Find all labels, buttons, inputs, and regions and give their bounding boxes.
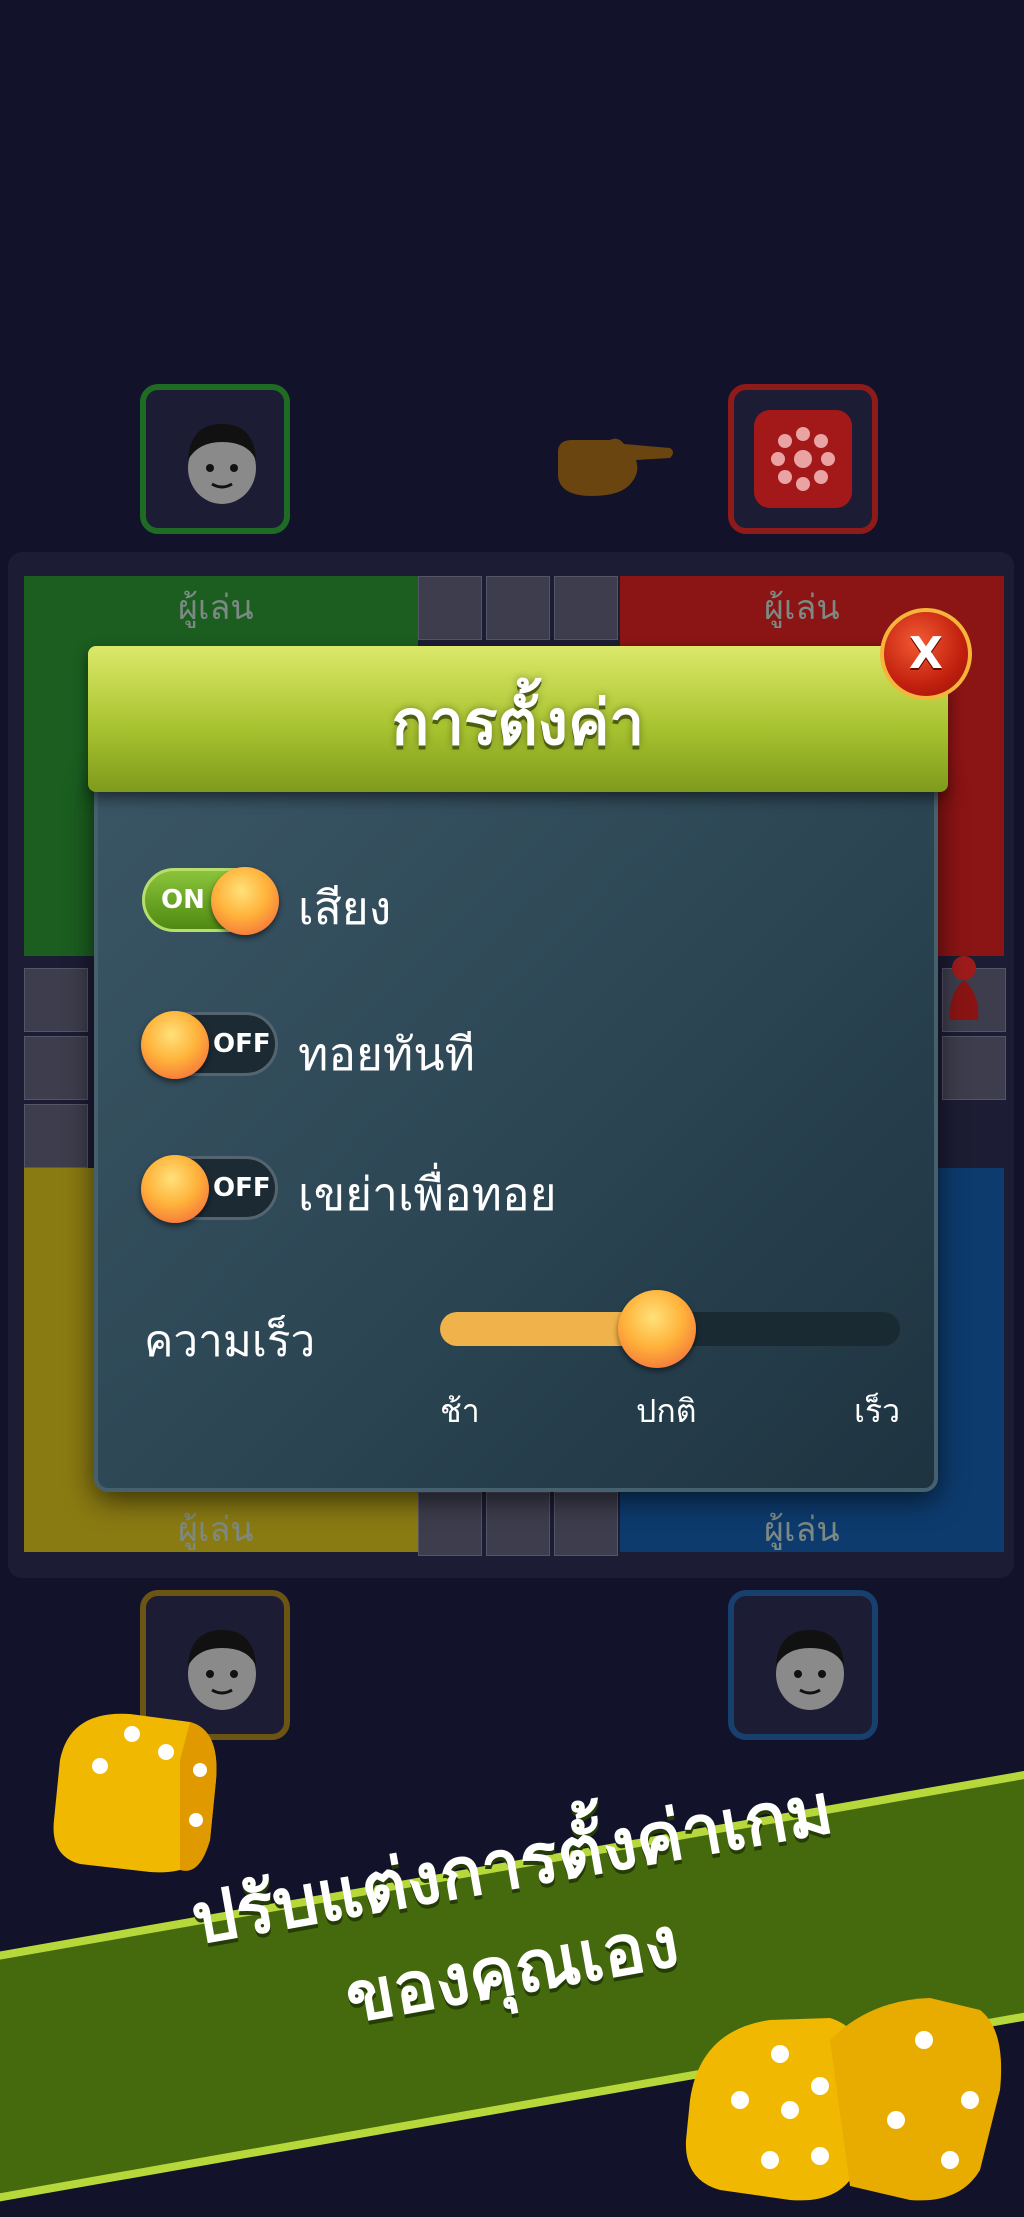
toggle-state-label: OFF — [213, 1173, 271, 1203]
player-label-bottom-right: ผู้เล่น — [764, 1510, 840, 1550]
speed-label: ความเร็ว — [144, 1316, 316, 1367]
player-label-top-right: ผู้เล่น — [764, 588, 840, 628]
player-label-top-left: ผู้เล่น — [178, 588, 254, 628]
toggle-knob[interactable] — [141, 1155, 209, 1223]
speed-tick-fast: เร็ว — [854, 1392, 901, 1430]
toggle-state-label: ON — [161, 885, 205, 915]
avatar-icon — [776, 1630, 844, 1710]
shake-to-roll-toggle[interactable]: OFF — [141, 1155, 278, 1223]
red-dice[interactable] — [754, 410, 852, 508]
instant-roll-toggle[interactable]: OFF — [141, 1011, 278, 1079]
pointing-hand-icon — [558, 438, 673, 496]
board-cells-top — [418, 576, 618, 640]
close-button[interactable]: X — [880, 608, 972, 700]
player-label-bottom-left: ผู้เล่น — [178, 1510, 254, 1550]
toggle-knob[interactable] — [211, 867, 279, 935]
sound-label: เสียง — [298, 881, 392, 935]
toggle-knob[interactable] — [141, 1011, 209, 1079]
yellow-dice-pair-icon — [685, 1998, 1002, 2201]
player-avatar-green[interactable] — [140, 384, 290, 534]
instant-roll-label: ทอยทันที — [298, 1027, 475, 1081]
red-pawn-icon[interactable] — [940, 954, 988, 1024]
speed-tick-normal: ปกติ — [636, 1392, 697, 1430]
speed-slider-handle[interactable] — [618, 1290, 696, 1368]
sound-toggle[interactable]: ON — [142, 867, 279, 935]
shake-to-roll-label: เขย่าเพื่อทอย — [298, 1167, 557, 1221]
dialog-header: การตั้งค่า — [88, 646, 948, 792]
yellow-dice-icon — [53, 1713, 217, 1873]
dice-flower-icon — [771, 427, 835, 491]
avatar-icon — [188, 424, 256, 504]
speed-slider[interactable] — [440, 1290, 900, 1368]
player-dice-red[interactable] — [728, 384, 878, 534]
board-cells-bottom — [418, 1492, 618, 1556]
toggle-state-label: OFF — [213, 1029, 271, 1059]
player-avatar-blue[interactable] — [728, 1590, 878, 1740]
board-cells-left — [24, 968, 88, 1168]
speed-tick-slow: ช้า — [440, 1392, 480, 1430]
dialog-title: การตั้งค่า — [391, 686, 645, 759]
